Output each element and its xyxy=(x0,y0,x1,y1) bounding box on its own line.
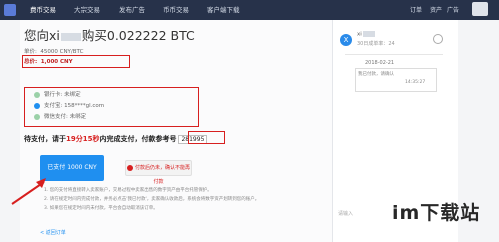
payment-notes: 1. 您的支付将直接转入卖家账户，交易过程中卖家出售的数字资产由平台托管保护。 … xyxy=(44,186,259,213)
phone-icon[interactable] xyxy=(433,34,443,44)
chat-user-stats: 30日成单率：24 xyxy=(357,41,395,47)
chat-user-name: xi xyxy=(357,31,376,38)
back-link[interactable]: < 返回订单 xyxy=(40,229,66,236)
note-line: 2. 请在规定时间内完成付款，并务必点击'我已付款'，卖家确认收款后，系统会将数… xyxy=(44,197,260,202)
avatar[interactable]: X xyxy=(340,34,352,46)
note-line: 1. 您的支付将直接转入卖家账户，交易过程中卖家出售的数字资产由平台托管保护。 xyxy=(44,188,212,193)
chat-date: 2018-02-21 xyxy=(365,60,395,66)
chat-message-text: 我已付款，请确认 xyxy=(358,72,394,77)
chat-message-time: 14:35:27 xyxy=(405,80,426,85)
chat-input[interactable]: 请输入 xyxy=(338,210,353,217)
chat-divider xyxy=(345,54,443,55)
note-line: 3. 如果您在规定时间内未付款，平台会自动取消该订单。 xyxy=(44,206,158,211)
site-watermark: im下载站 xyxy=(392,202,481,224)
